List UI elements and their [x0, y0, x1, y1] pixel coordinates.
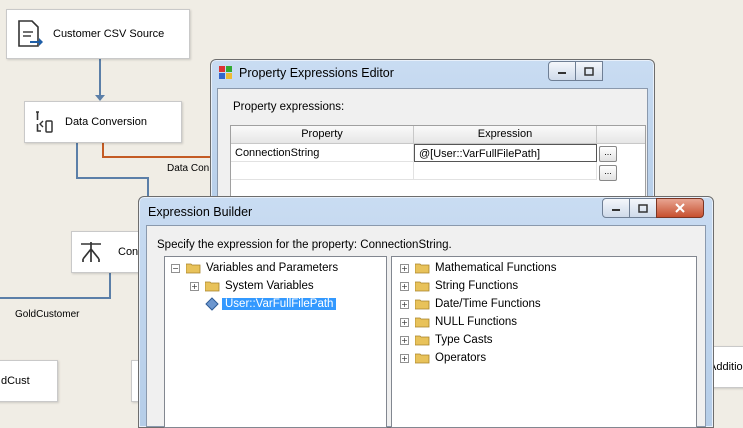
- maximize-icon: [638, 203, 648, 213]
- folder-icon: [415, 353, 430, 363]
- node-label: Additiona: [709, 361, 743, 373]
- path-label-gold-customer: GoldCustomer: [15, 309, 80, 320]
- functions-tree[interactable]: + Mathematical Functions + String Functi…: [391, 256, 697, 428]
- maximize-button[interactable]: [575, 61, 603, 81]
- variables-tree[interactable]: − Variables and Parameters + System Vari…: [164, 256, 387, 428]
- expression-ellipsis-button-empty[interactable]: ...: [599, 165, 617, 181]
- node-customer-csv-source[interactable]: Customer CSV Source: [6, 9, 190, 59]
- column-header-property[interactable]: Property: [231, 126, 414, 144]
- folder-icon: [415, 281, 430, 291]
- window-title: Property Expressions Editor: [239, 66, 394, 80]
- expand-icon[interactable]: +: [400, 281, 409, 291]
- node-data-conversion[interactable]: Data Conversion: [24, 101, 182, 143]
- tree-node-label: Mathematical Functions: [435, 262, 557, 274]
- node-label: Customer CSV Source: [53, 28, 165, 40]
- expression-builder-client: Specify the expression for the property:…: [146, 225, 706, 428]
- tree-node-operators[interactable]: + Operators: [400, 350, 486, 366]
- folder-icon: [186, 263, 201, 273]
- tree-node-user-var-full-file-path[interactable]: User::VarFullFilePath: [205, 296, 337, 312]
- column-header-expression[interactable]: Expression: [414, 126, 597, 144]
- folder-icon: [415, 299, 430, 309]
- folder-icon: [205, 281, 220, 291]
- flat-file-source-icon: [18, 20, 43, 47]
- expression-builder-window: Expression Builder Specify the expressio…: [138, 196, 714, 428]
- expand-icon[interactable]: +: [400, 299, 409, 309]
- expand-icon[interactable]: +: [190, 281, 199, 291]
- tree-node-string-functions[interactable]: + String Functions: [400, 278, 518, 294]
- collapse-icon[interactable]: −: [171, 263, 180, 273]
- data-conversion-icon: [36, 111, 53, 133]
- node-gold-cust-destination[interactable]: dCust: [0, 360, 58, 402]
- title-bar[interactable]: Expression Builder: [139, 197, 713, 223]
- variable-icon: [205, 297, 219, 311]
- minimize-button[interactable]: [548, 61, 576, 81]
- close-icon: [675, 203, 685, 213]
- tree-node-null-functions[interactable]: + NULL Functions: [400, 314, 517, 330]
- tree-node-system-variables[interactable]: + System Variables: [190, 278, 314, 294]
- tree-node-label: Date/Time Functions: [435, 298, 541, 310]
- path-label-data-conv: Data Con: [167, 163, 210, 174]
- expand-icon[interactable]: +: [400, 263, 409, 273]
- tree-node-label: Type Casts: [435, 334, 493, 346]
- tree-node-label: Variables and Parameters: [206, 262, 339, 274]
- node-label: Con: [118, 246, 139, 258]
- minimize-icon: [612, 209, 620, 211]
- node-label: dCust: [1, 375, 30, 387]
- expression-cell-empty[interactable]: [414, 162, 597, 180]
- folder-icon: [415, 263, 430, 273]
- expand-icon[interactable]: +: [400, 335, 409, 345]
- tree-node-label: System Variables: [225, 280, 314, 292]
- instruction-text: Specify the expression for the property:…: [157, 239, 452, 251]
- tree-node-label: String Functions: [435, 280, 519, 292]
- property-cell[interactable]: ConnectionString: [231, 144, 414, 162]
- title-bar[interactable]: Property Expressions Editor: [211, 60, 654, 86]
- node-label: Data Conversion: [65, 116, 147, 128]
- minimize-icon: [558, 72, 566, 74]
- path-conversion-to-split: [76, 143, 149, 200]
- close-button[interactable]: [656, 198, 704, 218]
- expression-cell[interactable]: @[User::VarFullFilePath]: [414, 144, 597, 162]
- tree-node-variables-and-parameters[interactable]: − Variables and Parameters: [171, 260, 338, 276]
- error-path: [102, 143, 212, 158]
- tree-node-label: Operators: [435, 352, 487, 364]
- expand-icon[interactable]: +: [400, 353, 409, 363]
- column-header-blank: [597, 126, 645, 144]
- folder-icon: [415, 335, 430, 345]
- path-gold-customer: [0, 272, 111, 299]
- expand-icon[interactable]: +: [400, 317, 409, 327]
- conditional-split-icon: [81, 242, 101, 262]
- expression-ellipsis-button[interactable]: ...: [599, 146, 617, 162]
- tree-node-label-selected: User::VarFullFilePath: [222, 298, 337, 310]
- property-cell-empty[interactable]: [231, 162, 414, 180]
- tree-node-type-casts[interactable]: + Type Casts: [400, 332, 493, 348]
- folder-icon: [415, 317, 430, 327]
- tree-node-mathematical-functions[interactable]: + Mathematical Functions: [400, 260, 556, 276]
- maximize-button[interactable]: [629, 198, 657, 218]
- window-title: Expression Builder: [148, 205, 253, 219]
- maximize-icon: [584, 66, 594, 76]
- window-icon: [219, 66, 232, 79]
- tree-node-label: NULL Functions: [435, 316, 518, 328]
- tree-node-date-time-functions[interactable]: + Date/Time Functions: [400, 296, 541, 312]
- minimize-button[interactable]: [602, 198, 630, 218]
- section-label: Property expressions:: [233, 101, 345, 113]
